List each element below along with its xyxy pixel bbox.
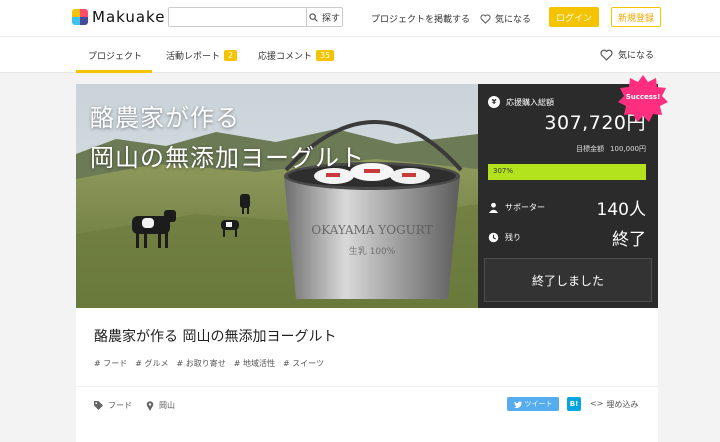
favorite-link[interactable]: 気になる <box>480 12 531 25</box>
heart-icon <box>600 49 613 61</box>
tag-regional[interactable]: # 地域活性 <box>234 358 275 369</box>
hero-title-line2: 岡山の無添加ヨーグルト <box>90 144 365 172</box>
project-favorite-label: 気になる <box>618 51 655 61</box>
search-button-label: 探す <box>321 13 340 24</box>
tab-project-label: プロジェクト <box>88 52 143 62</box>
tag-mail-order[interactable]: # お取り寄せ <box>177 358 226 369</box>
total-label: 応援購入総額 <box>506 97 554 107</box>
search-icon <box>309 12 318 22</box>
tab-project[interactable]: プロジェクト <box>88 49 142 62</box>
embed-label: 埋め込み <box>606 400 639 409</box>
total-label-row: ¥ 応援購入総額 <box>488 96 554 108</box>
tag-gourmet[interactable]: # グルメ <box>135 358 168 369</box>
tag-list: # フード # グルメ # お取り寄せ # 地域活性 # スイーツ <box>94 358 324 369</box>
top-header: Makuake 探す プロジェクトを掲載する 気になる ログイン 新規登録 <box>0 0 720 36</box>
hero-title: 酪農家が作る 岡山の無添加ヨーグルト <box>90 98 365 178</box>
tab-activity-report[interactable]: 活動レポート 2 <box>166 49 238 62</box>
category-label: フード <box>108 401 132 410</box>
tweet-label: ツイート <box>524 400 553 408</box>
ended-button[interactable]: 終了しました <box>484 258 652 302</box>
success-badge: Success! <box>618 74 668 124</box>
tag-icon <box>94 401 103 410</box>
search-button[interactable]: 探す <box>306 8 342 26</box>
tab-support-comments[interactable]: 応援コメント 35 <box>258 49 335 62</box>
goal-label: 目標金額 <box>576 145 605 153</box>
search-input[interactable] <box>169 8 306 26</box>
location-label: 岡山 <box>159 401 175 410</box>
login-button[interactable]: ログイン <box>549 7 599 27</box>
person-icon <box>488 202 499 213</box>
signup-button[interactable]: 新規登録 <box>611 7 661 27</box>
search-box: 探す <box>168 7 343 27</box>
activity-count-badge: 2 <box>224 50 238 61</box>
favorite-link-label: 気になる <box>495 15 532 25</box>
category-meta[interactable]: フード <box>94 400 132 411</box>
remaining-row: 残り <box>488 232 521 243</box>
hero-title-line1: 酪農家が作る <box>90 104 240 132</box>
hatena-bookmark-button[interactable]: B! <box>567 397 581 411</box>
twitter-bird-icon <box>513 400 522 408</box>
active-tab-indicator <box>76 70 152 73</box>
project-favorite-button[interactable]: 気になる <box>600 48 654 61</box>
goal-amount: 目標金額 100,000円 <box>576 144 646 154</box>
supporters-label: サポーター <box>505 203 545 212</box>
tag-sweets[interactable]: # スイーツ <box>283 358 324 369</box>
tag-food[interactable]: # フード <box>94 358 127 369</box>
hero-image: OKAYAMA YOGURT 生乳 100% 酪農家が作る 岡山の無添加ヨーグル… <box>76 84 478 308</box>
logo-text: Makuake <box>92 8 166 26</box>
tweet-button[interactable]: ツイート <box>507 397 559 411</box>
makuake-logo[interactable]: Makuake <box>72 8 165 26</box>
bucket-engraving-sub: 生乳 100% <box>349 245 396 257</box>
progress-percent: 307% <box>493 167 514 175</box>
comments-count-badge: 35 <box>316 50 335 61</box>
tab-activity-label: 活動レポート <box>166 52 221 62</box>
success-text: Success! <box>625 93 661 101</box>
progress-bar: 307% <box>488 164 646 180</box>
supporters-row: サポーター <box>488 202 545 213</box>
tab-comments-label: 応援コメント <box>258 52 313 62</box>
yen-icon: ¥ <box>488 96 500 108</box>
bucket-engraving: OKAYAMA YOGURT <box>311 223 432 237</box>
post-project-link[interactable]: プロジェクトを掲載する <box>371 12 470 25</box>
remaining-label: 残り <box>505 233 521 242</box>
heart-icon <box>480 13 491 24</box>
project-info-card: 酪農家が作る 岡山の無添加ヨーグルト # フード # グルメ # お取り寄せ #… <box>76 308 658 442</box>
remaining-value: 終了 <box>612 230 646 250</box>
divider <box>76 386 658 387</box>
map-pin-icon <box>146 400 154 411</box>
embed-link[interactable]: <> 埋め込み <box>590 399 638 410</box>
goal-value: 100,000円 <box>610 145 646 153</box>
logo-mark-icon <box>72 9 88 25</box>
supporters-count: 140人 <box>596 200 646 220</box>
location-meta[interactable]: 岡山 <box>146 400 175 411</box>
project-title: 酪農家が作る 岡山の無添加ヨーグルト <box>94 329 337 345</box>
clock-icon <box>488 232 499 243</box>
code-brackets-icon: <> <box>590 399 604 408</box>
